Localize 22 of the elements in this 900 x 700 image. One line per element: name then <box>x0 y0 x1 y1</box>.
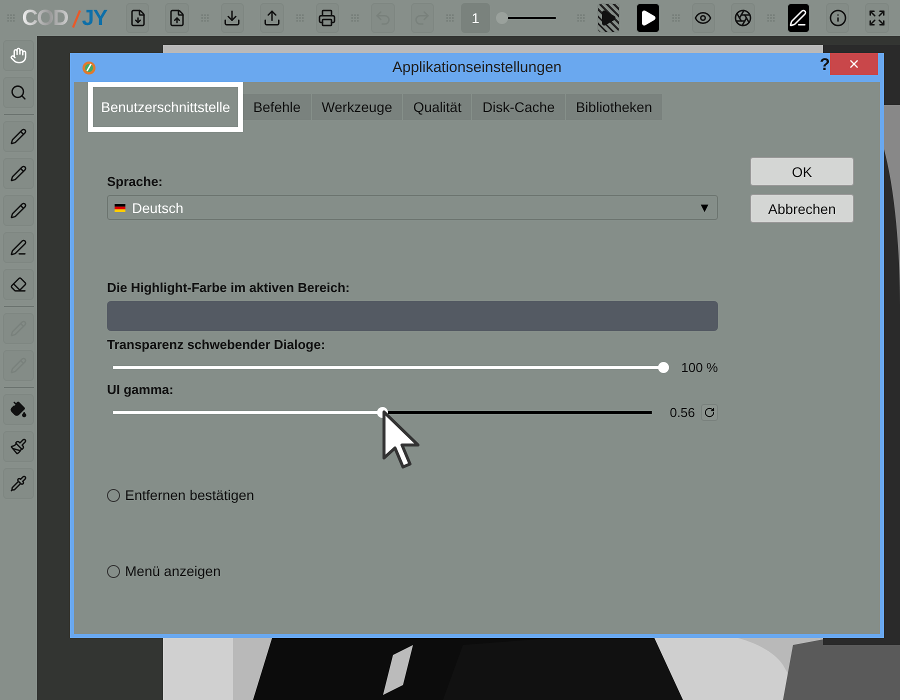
field-label: UI gamma: <box>107 382 174 397</box>
tab[interactable]: Disk-Cache <box>472 94 566 120</box>
slider-value: 0.56 <box>670 404 696 420</box>
page-number-field[interactable]: 1 <box>460 3 490 33</box>
field-label: Sprache: <box>107 174 164 189</box>
close-button[interactable]: × <box>830 53 878 75</box>
slider-value: 100 % <box>681 360 718 374</box>
field-label: Die Highlight-Farbe im aktiven Bereich: <box>107 280 351 295</box>
tab[interactable]: Befehle <box>243 94 312 120</box>
language-dropdown[interactable]: Deutsch ▼ <box>107 195 718 220</box>
ok-button[interactable]: OK <box>750 157 854 186</box>
tab[interactable]: Werkzeuge <box>312 94 404 120</box>
cancel-button[interactable]: Abbrechen <box>750 194 854 223</box>
checkbox[interactable]: Menü anzeigen <box>107 563 718 579</box>
tab[interactable]: Qualität <box>403 94 472 120</box>
help-button[interactable]: ? <box>820 55 830 75</box>
tab[interactable]: Benutzerschnittstelle <box>88 82 244 132</box>
tab[interactable]: Bibliotheken <box>566 94 664 120</box>
window-title: Applikationseinstellungen <box>392 59 562 76</box>
logo-text: JY <box>82 5 107 31</box>
field-label: Transparenz schwebender Dialoge: <box>107 337 326 352</box>
checkbox[interactable]: Entfernen bestätigen <box>107 487 718 503</box>
